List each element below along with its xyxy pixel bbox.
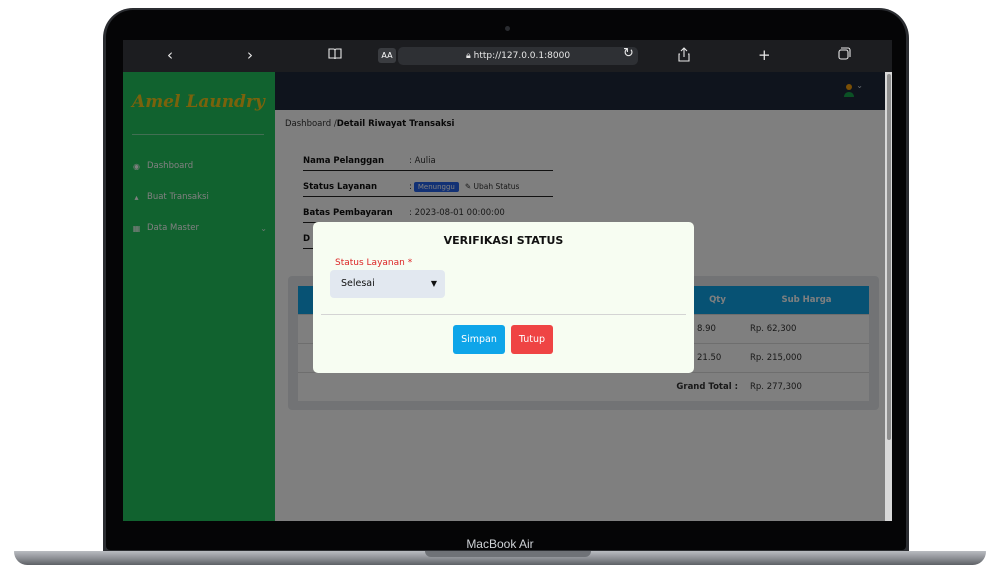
reload-icon[interactable]: ↻: [623, 46, 634, 61]
status-field-label: Status Layanan *: [335, 258, 413, 268]
scrollbar-thumb[interactable]: [887, 74, 891, 440]
lock-icon: 🔒︎: [465, 51, 471, 61]
chevron-down-icon: ▼: [430, 279, 437, 288]
verify-status-modal: VERIFIKASI STATUS Status Layanan * Seles…: [313, 222, 694, 373]
tabs-icon[interactable]: [838, 47, 851, 64]
web-page: Amel Laundry ◉ Dashboard ▴ Buat Transaks…: [123, 72, 885, 521]
url-text: http://127.0.0.1:8000: [473, 51, 571, 61]
book-icon[interactable]: [328, 47, 342, 64]
plus-icon[interactable]: +: [758, 47, 771, 64]
screen: ‹ › AA 🔒︎ http://127.0.0.1:8000 ↻ + Amel…: [123, 40, 892, 521]
address-bar[interactable]: 🔒︎ http://127.0.0.1:8000: [398, 47, 638, 65]
browser-toolbar: ‹ › AA 🔒︎ http://127.0.0.1:8000 ↻ +: [123, 40, 892, 72]
modal-title: VERIFIKASI STATUS: [443, 234, 564, 247]
camera-icon: [505, 26, 510, 31]
status-select-value: Selesai: [341, 278, 375, 289]
reader-mode-button[interactable]: AA: [378, 48, 396, 63]
chevron-left-icon[interactable]: ‹: [167, 47, 173, 64]
save-button[interactable]: Simpan: [453, 325, 505, 354]
laptop-notch: [425, 551, 591, 557]
chevron-right-icon[interactable]: ›: [247, 47, 253, 64]
model-label: MacBook Air: [466, 537, 534, 551]
status-select[interactable]: Selesai ▼: [330, 270, 445, 298]
modal-divider: [321, 314, 686, 315]
close-button[interactable]: Tutup: [511, 325, 553, 354]
share-icon[interactable]: [678, 47, 690, 66]
